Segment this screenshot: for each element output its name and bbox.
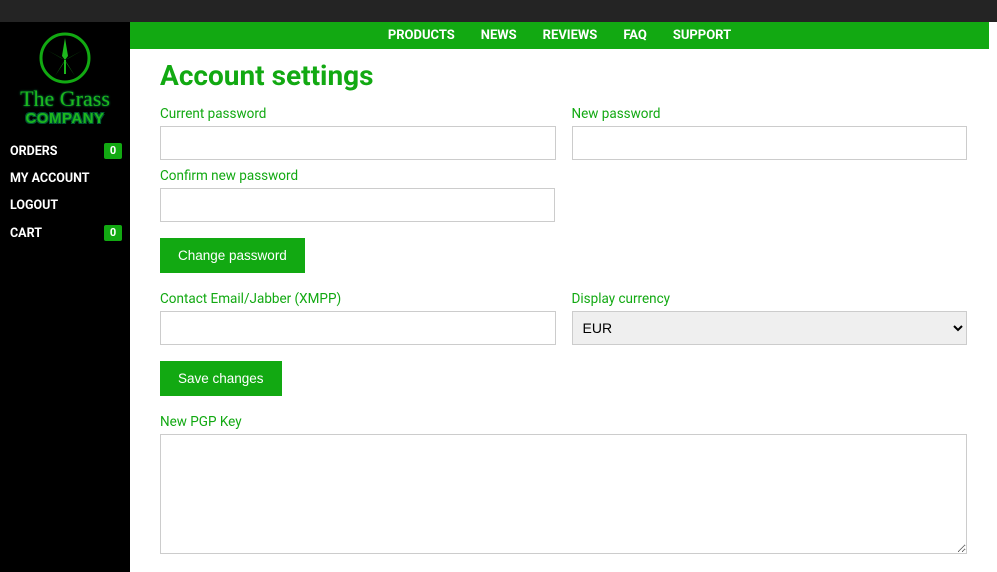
- password-row-1: Current password New password: [160, 106, 967, 160]
- pgp-row: New PGP Key: [160, 414, 967, 554]
- orders-badge: 0: [104, 143, 122, 159]
- sidebar-item-label: ORDERS: [10, 144, 58, 159]
- window-topbar: [0, 0, 997, 22]
- brand-line1: The Grass: [20, 88, 110, 110]
- currency-select[interactable]: EUR: [572, 311, 968, 345]
- currency-label: Display currency: [572, 291, 968, 307]
- current-password-group: Current password: [160, 106, 556, 160]
- nav-support[interactable]: SUPPORT: [673, 28, 731, 43]
- pgp-label: New PGP Key: [160, 414, 967, 430]
- password-row-2: Confirm new password: [160, 168, 967, 222]
- contact-group: Contact Email/Jabber (XMPP): [160, 291, 556, 345]
- sidebar-item-label: CART: [10, 226, 42, 241]
- change-password-button[interactable]: Change password: [160, 238, 305, 273]
- confirm-password-label: Confirm new password: [160, 168, 555, 184]
- brand-line2: COMPANY: [20, 110, 110, 127]
- sidebar-item-label: LOGOUT: [10, 198, 58, 213]
- pgp-group: New PGP Key: [160, 414, 967, 554]
- brand-logo: The Grass COMPANY: [20, 22, 110, 137]
- top-nav: PRODUCTS NEWS REVIEWS FAQ SUPPORT: [130, 22, 989, 49]
- sidebar-item-logout[interactable]: LOGOUT: [0, 192, 130, 219]
- new-password-input[interactable]: [572, 126, 968, 160]
- cart-badge: 0: [104, 225, 122, 241]
- nav-news[interactable]: NEWS: [481, 28, 517, 43]
- sidebar-item-cart[interactable]: CART 0: [0, 219, 130, 247]
- current-password-label: Current password: [160, 106, 556, 122]
- contact-label: Contact Email/Jabber (XMPP): [160, 291, 556, 307]
- confirm-password-group: Confirm new password: [160, 168, 555, 222]
- currency-group: Display currency EUR: [572, 291, 968, 345]
- sidebar-item-my-account[interactable]: MY ACCOUNT: [0, 165, 130, 192]
- new-password-label: New password: [572, 106, 968, 122]
- contact-currency-row: Contact Email/Jabber (XMPP) Display curr…: [160, 291, 967, 345]
- sidebar-item-label: MY ACCOUNT: [10, 171, 90, 186]
- content: Account settings Current password New pa…: [130, 49, 997, 572]
- sidebar: The Grass COMPANY ORDERS 0 MY ACCOUNT LO…: [0, 22, 130, 572]
- sidebar-item-orders[interactable]: ORDERS 0: [0, 137, 130, 165]
- confirm-password-input[interactable]: [160, 188, 555, 222]
- new-password-group: New password: [572, 106, 968, 160]
- save-changes-button[interactable]: Save changes: [160, 361, 282, 396]
- current-password-input[interactable]: [160, 126, 556, 160]
- sidebar-nav: ORDERS 0 MY ACCOUNT LOGOUT CART 0: [0, 137, 130, 247]
- nav-reviews[interactable]: REVIEWS: [543, 28, 598, 43]
- contact-input[interactable]: [160, 311, 556, 345]
- main-area: PRODUCTS NEWS REVIEWS FAQ SUPPORT Accoun…: [130, 22, 997, 572]
- leaf-logo-icon: [35, 30, 95, 90]
- pgp-textarea[interactable]: [160, 434, 967, 554]
- nav-products[interactable]: PRODUCTS: [388, 28, 455, 43]
- page-title: Account settings: [160, 59, 967, 92]
- app-container: The Grass COMPANY ORDERS 0 MY ACCOUNT LO…: [0, 22, 997, 572]
- nav-faq[interactable]: FAQ: [623, 28, 647, 43]
